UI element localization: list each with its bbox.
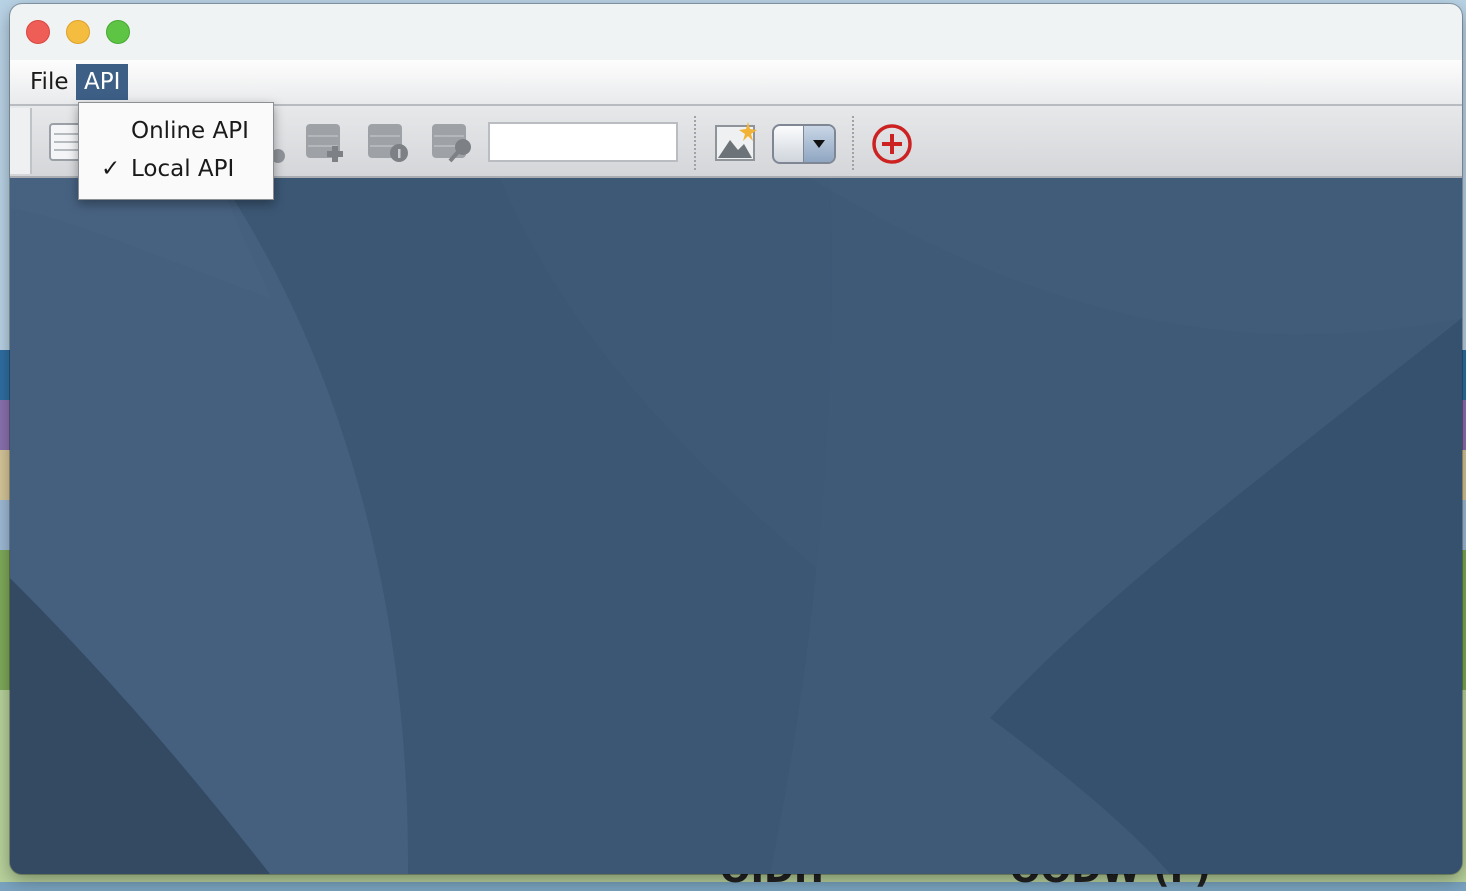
add-database-icon[interactable] — [304, 120, 348, 164]
database-info-icon[interactable] — [366, 120, 410, 164]
close-window-button[interactable] — [26, 20, 50, 44]
chevron-down-icon — [803, 126, 834, 162]
toolbar-dropdown[interactable] — [772, 124, 836, 164]
image-enhance-icon[interactable] — [714, 120, 758, 164]
app-window: File API Online API ✓ Local API — [10, 4, 1462, 874]
toolbar-separator — [694, 116, 696, 170]
title-bar — [10, 4, 1462, 60]
add-circle-icon[interactable] — [870, 122, 914, 166]
database-search-icon[interactable] — [430, 120, 474, 164]
toolbar-search-input[interactable] — [488, 122, 678, 162]
menu-item-local-api[interactable]: ✓ Local API — [79, 151, 273, 187]
maximize-window-button[interactable] — [106, 20, 130, 44]
toolbar-grip[interactable] — [10, 108, 32, 174]
api-dropdown-menu: Online API ✓ Local API — [78, 102, 274, 200]
content-area — [10, 178, 1462, 874]
menu-item-label: Online API — [131, 118, 249, 144]
minimize-window-button[interactable] — [66, 20, 90, 44]
toolbar-separator — [852, 116, 854, 170]
menu-bar: File API — [10, 60, 1462, 106]
menu-file[interactable]: File — [22, 64, 77, 100]
wallpaper-background — [10, 178, 1462, 874]
checkmark-icon: ✓ — [101, 156, 121, 182]
menu-api[interactable]: API — [76, 64, 129, 100]
menu-item-label: Local API — [131, 156, 235, 182]
menu-item-online-api[interactable]: Online API — [79, 113, 273, 149]
